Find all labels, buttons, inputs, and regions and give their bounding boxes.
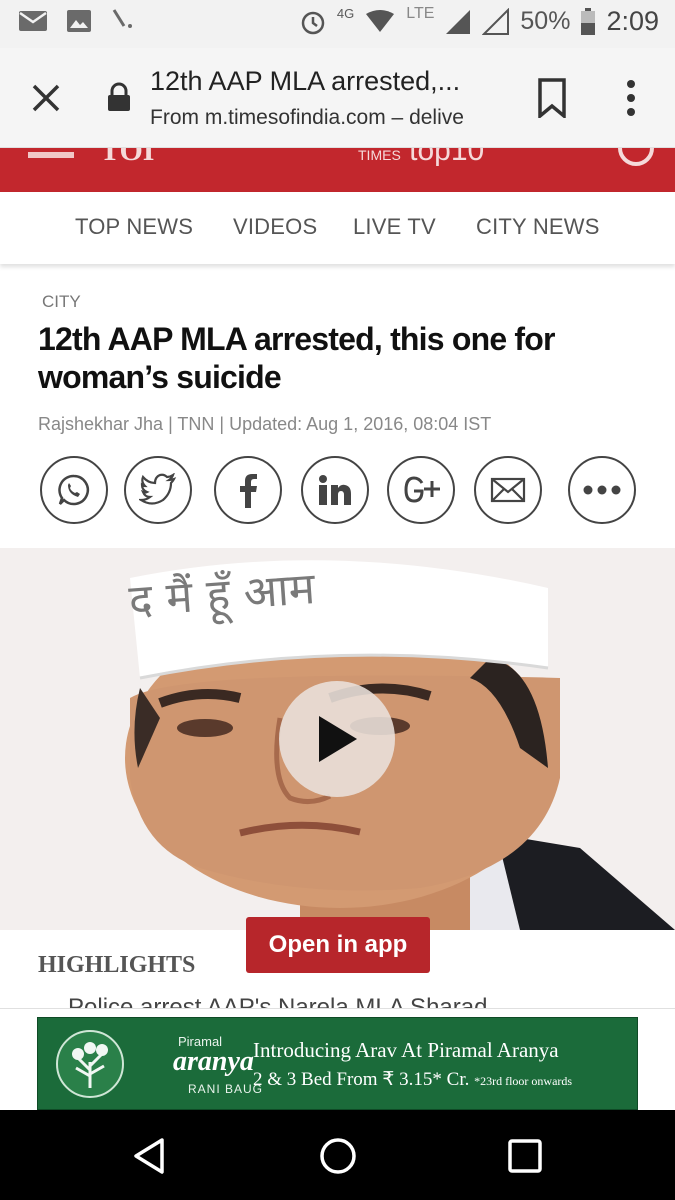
site-logo[interactable]: TOI [100,148,154,168]
page-title: 12th AAP MLA arrested,... [150,66,461,96]
bookmark-icon[interactable] [536,78,568,118]
highlights-label: HIGHLIGHTS [38,952,196,978]
share-row [40,456,640,526]
ad-footnote: *23rd floor onwards [474,1074,573,1088]
image-icon [67,10,91,32]
times-top10-prefix: TIMES [358,148,401,163]
ad-container: Piramal aranya RANI BAUG Introducing Ara… [0,1008,675,1110]
email-icon [490,477,526,503]
battery-icon [581,7,596,35]
custom-tab-toolbar: 12th AAP MLA arrested,... From m.timesof… [0,48,675,148]
tree-glyph [72,1042,108,1088]
close-icon[interactable] [24,76,68,120]
ad-brand-sub: RANI BAUG [188,1082,264,1096]
google-plus-icon [404,476,440,503]
ad-banner[interactable]: Piramal aranya RANI BAUG Introducing Ara… [37,1017,638,1110]
signal-empty-icon [482,7,510,35]
headline: 12th AAP MLA arrested, this one for woma… [38,321,556,395]
network-4g-icon: 4G [336,6,355,21]
status-bar: 4G LTE 50% 2:09 [0,0,675,48]
section-nav: TOP NEWS VIDEOS LIVE TV CITY NEWS [0,192,675,264]
ad-subline: 2 & 3 Bed From ₹ 3.15* Cr. *23rd floor o… [253,1068,572,1091]
ad-price: 2 & 3 Bed From ₹ 3.15* Cr. [253,1069,470,1090]
email-share-button[interactable] [474,456,542,524]
mail-icon [19,11,47,31]
linkedin-share-button[interactable] [301,456,369,524]
facebook-share-button[interactable] [214,456,282,524]
tree-logo-icon [56,1030,124,1098]
nav-videos[interactable]: VIDEOS [233,214,317,240]
battery-percent: 50% [520,7,571,35]
android-navigation-bar [0,1110,675,1200]
nav-top-news[interactable]: TOP NEWS [75,214,193,240]
alarm-icon [301,11,325,34]
facebook-icon [240,474,257,508]
times-top10-label: top10 [409,148,485,167]
play-icon [319,716,357,762]
hamburger-icon[interactable] [28,152,74,158]
home-icon[interactable] [316,1134,360,1178]
highlight-item: Police arrest AAP's Narela MLA Sharad [68,994,488,1008]
nav-live-tv[interactable]: LIVE TV [353,214,436,240]
google-plus-share-button[interactable] [387,456,455,524]
section-label[interactable]: CITY [42,292,81,312]
byline: Rajshekhar Jha | TNN | Updated: Aug 1, 2… [38,414,492,434]
ad-headline: Introducing Arav At Piramal Aranya [253,1038,559,1062]
wifi-icon [366,9,395,32]
signal-icon [446,9,471,34]
network-lte-label: LTE [406,4,435,22]
more-icon [583,485,621,495]
site-header: TOI TIMES top10 [0,148,675,192]
open-in-app-button[interactable]: Open in app [246,917,430,973]
nav-city-news[interactable]: CITY NEWS [476,214,600,240]
whatsapp-share-button[interactable] [40,456,108,524]
recents-icon[interactable] [503,1134,547,1178]
play-video-button[interactable] [279,681,395,797]
whatsapp-icon [58,474,90,506]
missed-call-icon [112,9,132,28]
lock-icon [108,82,130,111]
clock: 2:09 [606,6,659,36]
twitter-share-button[interactable] [124,456,192,524]
linkedin-icon [319,475,351,505]
overflow-menu-icon[interactable] [616,76,646,120]
search-icon[interactable] [618,148,654,166]
twitter-icon [139,473,177,505]
page-url: From m.timesofindia.com – delive [150,106,464,129]
ad-brand: aranya [173,1046,254,1077]
back-icon[interactable] [128,1134,172,1178]
more-share-button[interactable] [568,456,636,524]
times-top10-link[interactable]: TIMES top10 [358,148,484,168]
